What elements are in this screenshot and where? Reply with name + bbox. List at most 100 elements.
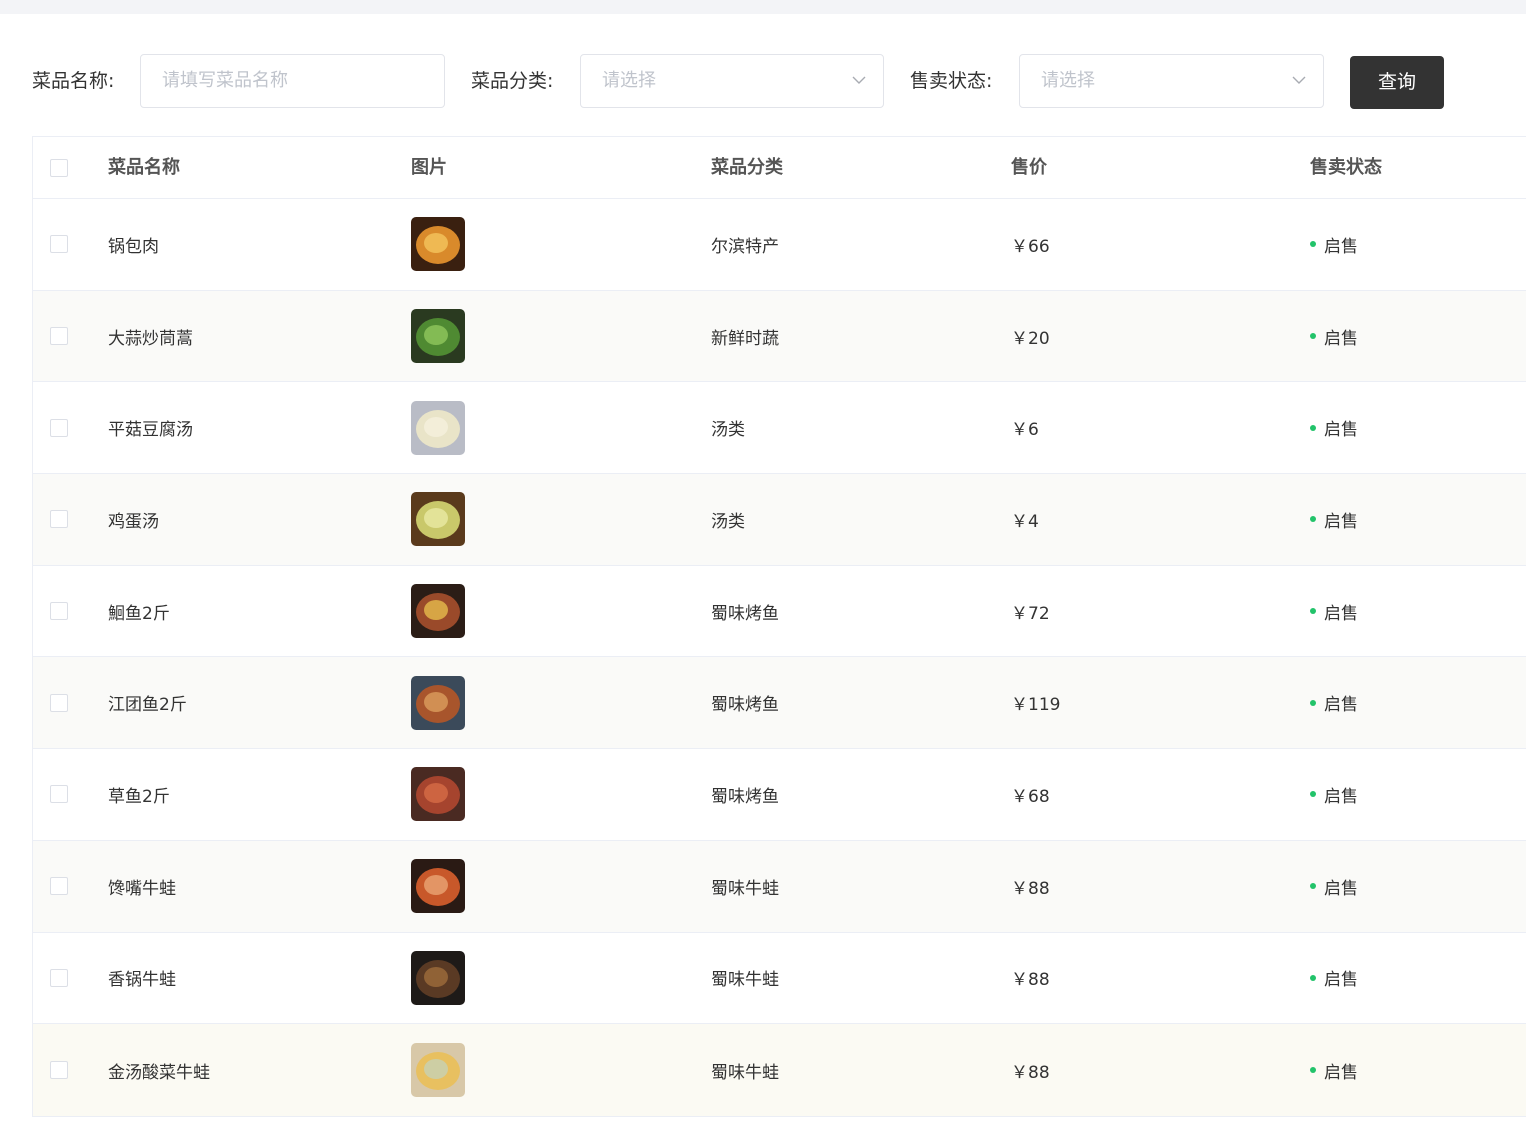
dish-name: 大蒜炒茼蒿 [108,328,193,349]
table-row: 香锅牛蛙 蜀味牛蛙 ￥88 启售 [33,933,1526,1025]
dish-name: 馋嘴牛蛙 [108,878,176,899]
header-status: 售卖状态 [1310,157,1382,178]
row-checkbox[interactable] [50,602,68,621]
dish-status: 启售 [1310,291,1358,382]
dish-image [411,749,465,840]
dish-photo-icon [411,767,465,822]
dish-image [411,657,465,748]
dish-price: ￥72 [1011,603,1050,624]
dish-status: 启售 [1310,382,1358,473]
dish-category: 汤类 [711,420,745,441]
dish-status: 启售 [1310,749,1358,840]
status-select[interactable]: 请选择 [1019,54,1324,108]
header-image: 图片 [411,157,447,178]
status-text: 启售 [1324,603,1358,624]
status-dot-icon [1310,424,1316,431]
dish-price: ￥6 [1011,420,1039,441]
dish-image [411,199,465,290]
dish-category: 汤类 [711,511,745,532]
row-checkbox[interactable] [50,327,68,346]
dish-name: 草鱼2斤 [108,786,170,807]
dish-price: ￥88 [1011,878,1050,899]
dish-name: 金汤酸菜牛蛙 [108,1062,210,1083]
status-text: 启售 [1324,970,1358,991]
dish-photo-icon [411,309,465,364]
status-dot-icon [1310,883,1316,890]
dish-category: 蜀味牛蛙 [711,1062,779,1083]
status-text: 启售 [1324,511,1358,532]
status-text: 启售 [1324,878,1358,899]
status-label: 售卖状态: [910,70,993,92]
dish-name-input[interactable]: 请填写菜品名称 [140,54,445,108]
query-button[interactable]: 查询 [1350,56,1444,109]
dish-photo-icon [411,1043,465,1098]
dish-photo-icon [411,950,465,1005]
dish-name: 香锅牛蛙 [108,970,176,991]
table-row: 江团鱼2斤 蜀味烤鱼 ￥119 启售 [33,657,1526,750]
row-checkbox[interactable] [50,968,68,987]
status-text: 启售 [1324,695,1358,716]
table-row: 大蒜炒茼蒿 新鲜时蔬 ￥20 启售 [33,290,1526,383]
status-text: 启售 [1324,420,1358,441]
select-all-checkbox[interactable] [50,158,68,177]
dish-category: 蜀味烤鱼 [711,786,779,807]
dish-price: ￥68 [1011,786,1050,807]
dish-price: ￥66 [1011,236,1050,257]
dish-status: 启售 [1310,657,1358,748]
dish-image [411,841,465,932]
table-row: 馋嘴牛蛙 蜀味牛蛙 ￥88 启售 [33,840,1526,933]
row-checkbox[interactable] [50,418,68,437]
table-header: 菜品名称 图片 菜品分类 售价 售卖状态 [33,137,1526,199]
status-dot-icon [1310,974,1316,981]
filter-bar: 菜品名称: 请填写菜品名称 菜品分类: 请选择 售卖状态: 请选择 查询 [0,54,1526,109]
dish-photo-icon [411,217,465,272]
status-placeholder: 请选择 [1041,70,1095,91]
chevron-down-icon [1292,76,1306,84]
status-text: 启售 [1324,328,1358,349]
category-select[interactable]: 请选择 [580,54,884,108]
dish-name: 鸡蛋汤 [108,511,159,532]
table-row: 鮰鱼2斤 蜀味烤鱼 ￥72 启售 [33,566,1526,658]
status-text: 启售 [1324,1062,1358,1083]
status-dot-icon [1310,608,1316,615]
dish-status: 启售 [1310,566,1358,657]
header-category: 菜品分类 [711,157,783,178]
dish-category: 蜀味牛蛙 [711,970,779,991]
dish-category: 蜀味烤鱼 [711,603,779,624]
dish-price: ￥119 [1011,695,1061,716]
row-checkbox[interactable] [50,235,68,254]
top-strip [0,0,1526,14]
dish-photo-icon [411,675,465,730]
dish-photo-icon [411,584,465,639]
row-checkbox[interactable] [50,877,68,896]
status-text: 启售 [1324,236,1358,257]
dish-price: ￥20 [1011,328,1050,349]
dish-photo-icon [411,400,465,455]
row-checkbox[interactable] [50,510,68,529]
dish-category: 新鲜时蔬 [711,328,779,349]
dish-image [411,566,465,657]
row-checkbox[interactable] [50,1061,68,1080]
dish-photo-icon [411,859,465,914]
dish-image [411,933,465,1024]
dish-name: 鮰鱼2斤 [108,603,170,624]
dish-name-label: 菜品名称: [32,70,115,92]
status-dot-icon [1310,791,1316,798]
dish-price: ￥88 [1011,970,1050,991]
dish-status: 启售 [1310,474,1358,565]
dish-category: 蜀味牛蛙 [711,878,779,899]
table-body: 锅包肉 尔滨特产 ￥66 启售 大蒜炒茼蒿 新鲜时蔬 ￥20 启售 平菇豆腐汤 汤类 ￥6 启售 鸡蛋汤… [33,199,1526,1116]
row-checkbox[interactable] [50,693,68,712]
dish-name: 锅包肉 [108,236,159,257]
table-row: 鸡蛋汤 汤类 ￥4 启售 [33,474,1526,566]
dish-image [411,291,465,382]
dish-status: 启售 [1310,199,1358,290]
dish-category: 蜀味烤鱼 [711,695,779,716]
category-placeholder: 请选择 [602,70,656,91]
row-checkbox[interactable] [50,785,68,804]
dish-image [411,1024,465,1116]
status-dot-icon [1310,1067,1316,1074]
dish-price: ￥88 [1011,1062,1050,1083]
status-dot-icon [1310,333,1316,340]
dish-table: 菜品名称 图片 菜品分类 售价 售卖状态 锅包肉 尔滨特产 ￥66 启售 大蒜炒茼蒿 新鲜… [32,136,1526,1117]
